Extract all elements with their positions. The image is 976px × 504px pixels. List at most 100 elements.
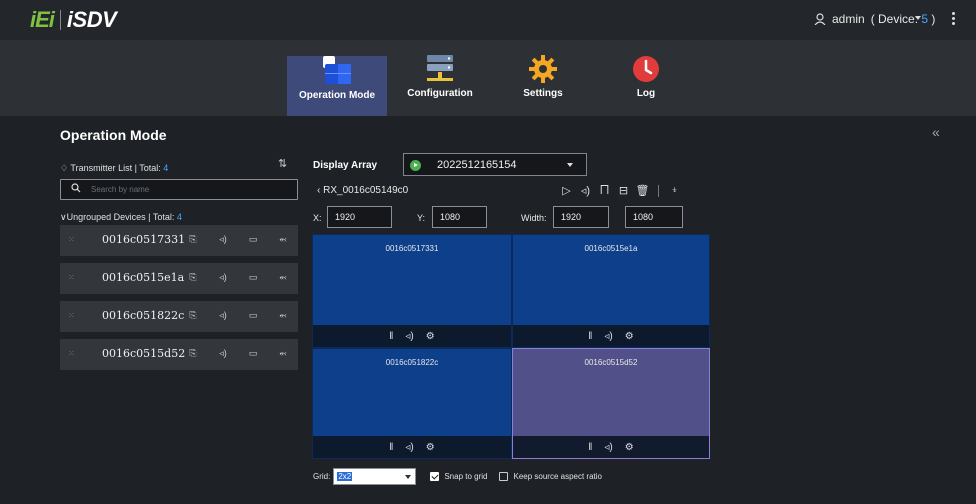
audio-icon[interactable]: ◃) bbox=[405, 331, 413, 342]
x-label: X: bbox=[313, 213, 322, 223]
more-options-icon[interactable] bbox=[952, 12, 955, 25]
drag-handle-icon[interactable]: ⁙ bbox=[68, 235, 75, 244]
display-icon[interactable]: ▭ bbox=[238, 234, 268, 245]
device-row[interactable]: ⁙ 0016c0517331 ⎘ ◃) ▭ ⬻ bbox=[60, 225, 298, 256]
snap-to-grid-checkbox[interactable] bbox=[430, 472, 440, 481]
x-field[interactable]: 1920 bbox=[327, 206, 392, 228]
grid-options: Grid: 2x2 Snap to grid Keep source aspec… bbox=[313, 468, 602, 485]
cast-icon[interactable]: ⎘ bbox=[178, 234, 208, 245]
cell-source-name: 0016c0515e1a bbox=[584, 244, 638, 253]
iei-logo: iEi bbox=[30, 7, 55, 32]
device-row[interactable]: ⁙ 0016c051822c ⎘ ◃) ▭ ⬻ bbox=[60, 301, 298, 332]
nav-log[interactable]: Log bbox=[596, 54, 696, 116]
pause-icon[interactable]: ‖ bbox=[389, 442, 393, 453]
audio-icon[interactable]: ◃) bbox=[208, 310, 238, 321]
nav-label: Log bbox=[636, 88, 656, 99]
video-wall-grid: 0016c0517331 ‖ ◃) ⚙ 0016c0515e1a ‖ ◃) ⚙ … bbox=[312, 234, 710, 459]
device-row[interactable]: ⁙ 0016c0515d52 ⎘ ◃) ▭ ⬻ bbox=[60, 339, 298, 370]
operation-mode-icon bbox=[321, 54, 353, 89]
display-icon[interactable]: ▭ bbox=[238, 310, 268, 321]
display-array-select[interactable]: 2022512165154 bbox=[403, 153, 587, 176]
gear-icon[interactable]: ⚙ bbox=[426, 442, 435, 453]
grid-label: Grid: bbox=[313, 472, 331, 481]
wall-cell[interactable]: 0016c0517331 ‖ ◃) ⚙ bbox=[312, 234, 512, 348]
gear-icon[interactable]: ⚙ bbox=[426, 331, 435, 342]
audio-icon[interactable]: ◃) bbox=[604, 331, 612, 342]
audio-icon[interactable]: ◃) bbox=[576, 184, 595, 197]
layout-icon[interactable]: ⊟ bbox=[614, 184, 633, 197]
clear-icon[interactable]: ⍖ bbox=[665, 184, 684, 197]
nav-label: Settings bbox=[523, 88, 563, 99]
device-row[interactable]: ⁙ 0016c0515e1a ⎘ ◃) ▭ ⬻ bbox=[60, 263, 298, 294]
drag-handle-icon[interactable]: ⁙ bbox=[68, 273, 75, 282]
ungrouped-total: 4 bbox=[176, 212, 182, 222]
device-name: 0016c0515e1a bbox=[102, 271, 185, 284]
drag-handle-icon[interactable]: ⁙ bbox=[68, 349, 75, 358]
receiver-name: RX_0016c05149c0 bbox=[323, 185, 409, 196]
drag-handle-icon[interactable]: ⁙ bbox=[68, 311, 75, 320]
ungrouped-devices-header[interactable]: ∨Ungrouped Devices | Total: 4 bbox=[60, 212, 182, 223]
top-bar: iEi iSDV admin ( Device: 5 ) bbox=[0, 0, 976, 40]
device-info: ( Device: 5 ) bbox=[870, 12, 936, 26]
cell-controls: ‖ ◃) ⚙ bbox=[513, 325, 709, 347]
search-box[interactable] bbox=[60, 179, 298, 200]
usb-icon[interactable]: ⬻ bbox=[268, 272, 298, 283]
usb-icon[interactable]: ⬻ bbox=[268, 348, 298, 359]
y-field[interactable]: 1080 bbox=[432, 206, 487, 228]
gear-icon[interactable]: ⚙ bbox=[625, 331, 634, 342]
search-icon bbox=[71, 183, 81, 196]
nav-configuration[interactable]: Configuration bbox=[390, 54, 490, 116]
gear-icon[interactable]: ⚙ bbox=[625, 442, 634, 453]
trash-icon[interactable]: 🗑︎ bbox=[633, 184, 652, 197]
user-name: admin bbox=[832, 12, 865, 26]
sort-icon[interactable]: ⇅ bbox=[278, 157, 287, 170]
wall-cell[interactable]: 0016c051822c ‖ ◃) ⚙ bbox=[312, 348, 512, 459]
user-icon bbox=[814, 13, 826, 25]
height-field[interactable]: 1080 bbox=[625, 206, 683, 228]
nav-operation-mode[interactable]: Operation Mode bbox=[287, 56, 387, 116]
wall-cell-selected[interactable]: 0016c0515d52 ‖ ◃) ⚙ bbox=[512, 348, 710, 459]
display-array-label: Display Array bbox=[313, 160, 378, 171]
transmitter-list-header[interactable]: ♢ Transmitter List | Total: 4 bbox=[60, 163, 168, 174]
grid-select[interactable]: 2x2 bbox=[333, 468, 417, 485]
back-icon[interactable]: ‹ bbox=[317, 185, 320, 196]
snap-to-grid-label: Snap to grid bbox=[444, 472, 488, 481]
log-clock-icon bbox=[631, 54, 661, 87]
audio-icon[interactable]: ◃) bbox=[208, 272, 238, 283]
display-array-value: 2022512165154 bbox=[437, 159, 517, 171]
audio-icon[interactable]: ◃) bbox=[604, 442, 612, 453]
search-input[interactable] bbox=[91, 182, 291, 197]
nav-label: Configuration bbox=[407, 88, 473, 99]
cast-icon[interactable]: ⎘ bbox=[178, 348, 208, 359]
usb-icon[interactable]: ⬻ bbox=[268, 310, 298, 321]
audio-icon[interactable]: ◃) bbox=[405, 442, 413, 453]
cell-source-name: 0016c0517331 bbox=[385, 244, 439, 253]
display-icon[interactable]: ▭ bbox=[238, 272, 268, 283]
wall-cell[interactable]: 0016c0515e1a ‖ ◃) ⚙ bbox=[512, 234, 710, 348]
split-screen-icon[interactable]: ⨅ bbox=[595, 184, 614, 197]
play-icon[interactable] bbox=[410, 160, 421, 171]
cell-controls: ‖ ◃) ⚙ bbox=[513, 436, 709, 458]
device-name: 0016c051822c bbox=[102, 309, 185, 322]
keep-aspect-ratio-checkbox[interactable] bbox=[499, 472, 509, 481]
nav-settings[interactable]: Settings bbox=[493, 54, 593, 116]
audio-icon[interactable]: ◃) bbox=[208, 234, 238, 245]
receiver-header[interactable]: ‹ RX_0016c05149c0 bbox=[317, 185, 408, 196]
cell-controls: ‖ ◃) ⚙ bbox=[313, 436, 511, 458]
chevron-down-icon bbox=[567, 163, 573, 167]
usb-icon[interactable]: ⬻ bbox=[268, 234, 298, 245]
pause-icon[interactable]: ‖ bbox=[588, 331, 592, 342]
display-icon[interactable]: ▭ bbox=[238, 348, 268, 359]
page-title: Operation Mode bbox=[60, 127, 167, 143]
play-outline-icon[interactable]: ▷ bbox=[557, 184, 576, 197]
cast-icon[interactable]: ⎘ bbox=[178, 310, 208, 321]
pause-icon[interactable]: ‖ bbox=[588, 442, 592, 453]
collapse-panel-icon[interactable]: « bbox=[932, 124, 940, 140]
width-field[interactable]: 1920 bbox=[553, 206, 609, 228]
pause-icon[interactable]: ‖ bbox=[389, 331, 393, 342]
isdv-logo: iSDV bbox=[66, 7, 117, 32]
user-dropdown-icon[interactable] bbox=[915, 16, 921, 20]
width-label: Width: bbox=[521, 213, 547, 223]
cast-icon[interactable]: ⎘ bbox=[178, 272, 208, 283]
audio-icon[interactable]: ◃) bbox=[208, 348, 238, 359]
